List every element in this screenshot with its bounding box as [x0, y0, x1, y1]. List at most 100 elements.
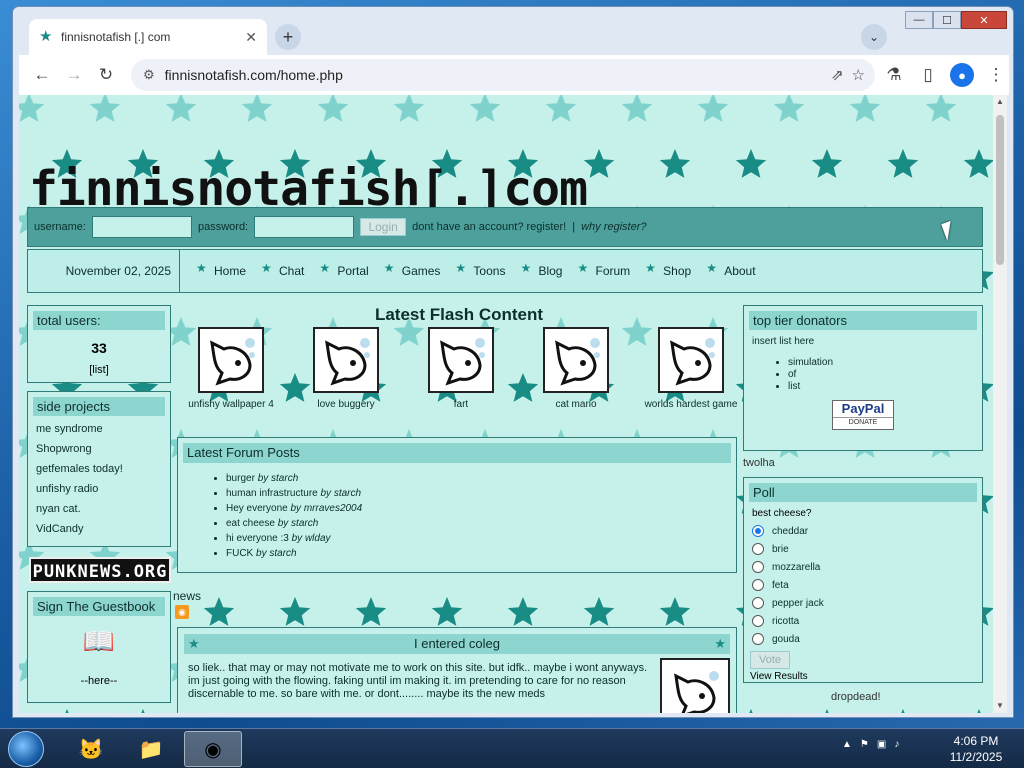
fish-thumbnail-icon[interactable]: [313, 327, 379, 393]
bookmark-star-icon[interactable]: ☆: [852, 66, 865, 84]
why-register-link[interactable]: why register?: [581, 221, 646, 233]
browser-tab[interactable]: ★ finnisnotafish [.] com ✕: [29, 19, 267, 55]
poll-option-label[interactable]: brie: [772, 544, 789, 555]
radio-icon[interactable]: [752, 597, 764, 609]
address-bar[interactable]: ⚙ finnisnotafish.com/home.php ⇗ ☆: [131, 59, 875, 91]
poll-option-label[interactable]: cheddar: [772, 526, 808, 537]
password-input[interactable]: [254, 216, 355, 238]
tray-network-icon[interactable]: ▣: [877, 739, 886, 750]
flash-item[interactable]: fart: [411, 327, 511, 411]
side-panel-icon[interactable]: ▯: [913, 60, 943, 90]
forum-post-title[interactable]: hi everyone :3: [226, 533, 289, 544]
poll-option[interactable]: brie: [752, 543, 982, 555]
side-project-link[interactable]: VidCandy: [36, 522, 170, 536]
forum-post-item[interactable]: hi everyone :3 by wlday: [226, 531, 736, 546]
scroll-thumb[interactable]: [996, 115, 1004, 265]
poll-option[interactable]: pepper jack: [752, 597, 982, 609]
poll-option-label[interactable]: pepper jack: [772, 598, 824, 609]
profile-button[interactable]: ●: [947, 60, 977, 90]
paypal-donate-button[interactable]: PayPal DONATE: [832, 400, 894, 430]
side-project-link[interactable]: getfemales today!: [36, 462, 170, 476]
flash-item[interactable]: cat mario: [526, 327, 626, 411]
poll-option[interactable]: cheddar: [752, 525, 982, 537]
flash-item-label[interactable]: fart: [454, 399, 468, 410]
nav-portal[interactable]: Portal: [315, 261, 379, 278]
app-cat-icon[interactable]: 🐱: [62, 731, 120, 767]
tray-flag-icon[interactable]: ⚑: [860, 739, 869, 750]
forum-post-title[interactable]: human infrastructure: [226, 488, 318, 499]
side-project-link[interactable]: Shopwrong: [36, 442, 170, 456]
tray-volume-icon[interactable]: ♪: [894, 739, 899, 750]
nav-blog[interactable]: Blog: [516, 261, 573, 278]
close-tab-icon[interactable]: ✕: [245, 29, 257, 46]
file-explorer-icon[interactable]: 📁: [122, 731, 180, 767]
flash-item-label[interactable]: unfishy wallpaper 4: [188, 399, 274, 410]
poll-option[interactable]: ricotta: [752, 615, 982, 627]
nav-chat[interactable]: Chat: [257, 261, 315, 278]
poll-option-label[interactable]: mozzarella: [772, 562, 820, 573]
forum-post-item[interactable]: FUCK by starch: [226, 546, 736, 561]
article-title[interactable]: I entered coleg: [414, 636, 500, 651]
forum-post-title[interactable]: eat cheese: [226, 518, 275, 529]
chrome-browser-icon[interactable]: ◉: [184, 731, 242, 767]
rss-feed-icon[interactable]: ◉: [175, 605, 189, 619]
users-list-link[interactable]: [list]: [28, 364, 170, 376]
nav-forum[interactable]: Forum: [573, 261, 641, 278]
punknews-banner[interactable]: PUNKNEWS.ORG: [29, 557, 171, 583]
fish-thumbnail-icon[interactable]: [428, 327, 494, 393]
start-button[interactable]: [8, 731, 44, 767]
radio-icon[interactable]: [752, 615, 764, 627]
flash-item-label[interactable]: love buggery: [317, 399, 374, 410]
side-project-link[interactable]: nyan cat.: [36, 502, 170, 516]
poll-option-label[interactable]: ricotta: [772, 616, 799, 627]
flash-item-label[interactable]: worlds hardest game: [645, 399, 738, 410]
flash-item[interactable]: love buggery: [296, 327, 396, 411]
flash-item-label[interactable]: cat mario: [555, 399, 596, 410]
forward-arrow-icon[interactable]: →: [59, 60, 89, 90]
url-text[interactable]: finnisnotafish.com/home.php: [165, 67, 343, 83]
forum-post-title[interactable]: FUCK: [226, 548, 253, 559]
back-arrow-icon[interactable]: ←: [27, 60, 57, 90]
flash-item[interactable]: unfishy wallpaper 4: [181, 327, 281, 411]
vote-button[interactable]: Vote: [750, 651, 790, 669]
radio-icon[interactable]: [752, 543, 764, 555]
username-input[interactable]: [91, 216, 192, 238]
radio-icon[interactable]: [752, 561, 764, 573]
taskbar-clock[interactable]: 4:06 PM 11/2/2025: [936, 733, 1016, 765]
book-icon[interactable]: 📖: [28, 626, 170, 657]
nav-about[interactable]: About: [702, 261, 766, 278]
poll-option-label[interactable]: gouda: [772, 634, 800, 645]
radio-icon[interactable]: [752, 579, 764, 591]
forum-post-title[interactable]: Hey everyone: [226, 503, 288, 514]
radio-selected-icon[interactable]: [752, 525, 764, 537]
extensions-icon[interactable]: ⚗: [879, 60, 909, 90]
poll-option[interactable]: gouda: [752, 633, 982, 645]
fish-thumbnail-icon[interactable]: [658, 327, 724, 393]
nav-home[interactable]: Home: [192, 261, 257, 278]
nav-toons[interactable]: Toons: [451, 261, 516, 278]
login-button[interactable]: Login: [360, 218, 407, 236]
register-link[interactable]: dont have an account? register!: [412, 221, 566, 233]
minimize-button[interactable]: —: [905, 11, 933, 29]
tray-chevron-icon[interactable]: ▲: [842, 739, 852, 750]
flash-item[interactable]: worlds hardest game: [641, 327, 741, 411]
new-tab-button[interactable]: +: [275, 24, 301, 50]
forum-post-item[interactable]: human infrastructure by starch: [226, 486, 736, 501]
fish-thumbnail-icon[interactable]: [198, 327, 264, 393]
forum-post-item[interactable]: eat cheese by starch: [226, 516, 736, 531]
guestbook-link[interactable]: --here--: [28, 675, 170, 687]
nav-shop[interactable]: Shop: [641, 261, 702, 278]
forum-post-title[interactable]: burger: [226, 473, 255, 484]
tab-search-button[interactable]: ⌄: [861, 24, 887, 50]
radio-icon[interactable]: [752, 633, 764, 645]
view-results-link[interactable]: View Results: [750, 671, 982, 682]
share-icon[interactable]: ⇗: [831, 66, 844, 84]
poll-option-label[interactable]: feta: [772, 580, 789, 591]
vertical-scrollbar[interactable]: ▲ ▼: [993, 95, 1007, 713]
side-project-link[interactable]: unfishy radio: [36, 482, 170, 496]
poll-option[interactable]: feta: [752, 579, 982, 591]
scroll-up-icon[interactable]: ▲: [996, 97, 1004, 106]
reload-icon[interactable]: ↻: [91, 60, 121, 90]
forum-post-item[interactable]: burger by starch: [226, 471, 736, 486]
site-info-icon[interactable]: ⚙: [143, 67, 155, 83]
